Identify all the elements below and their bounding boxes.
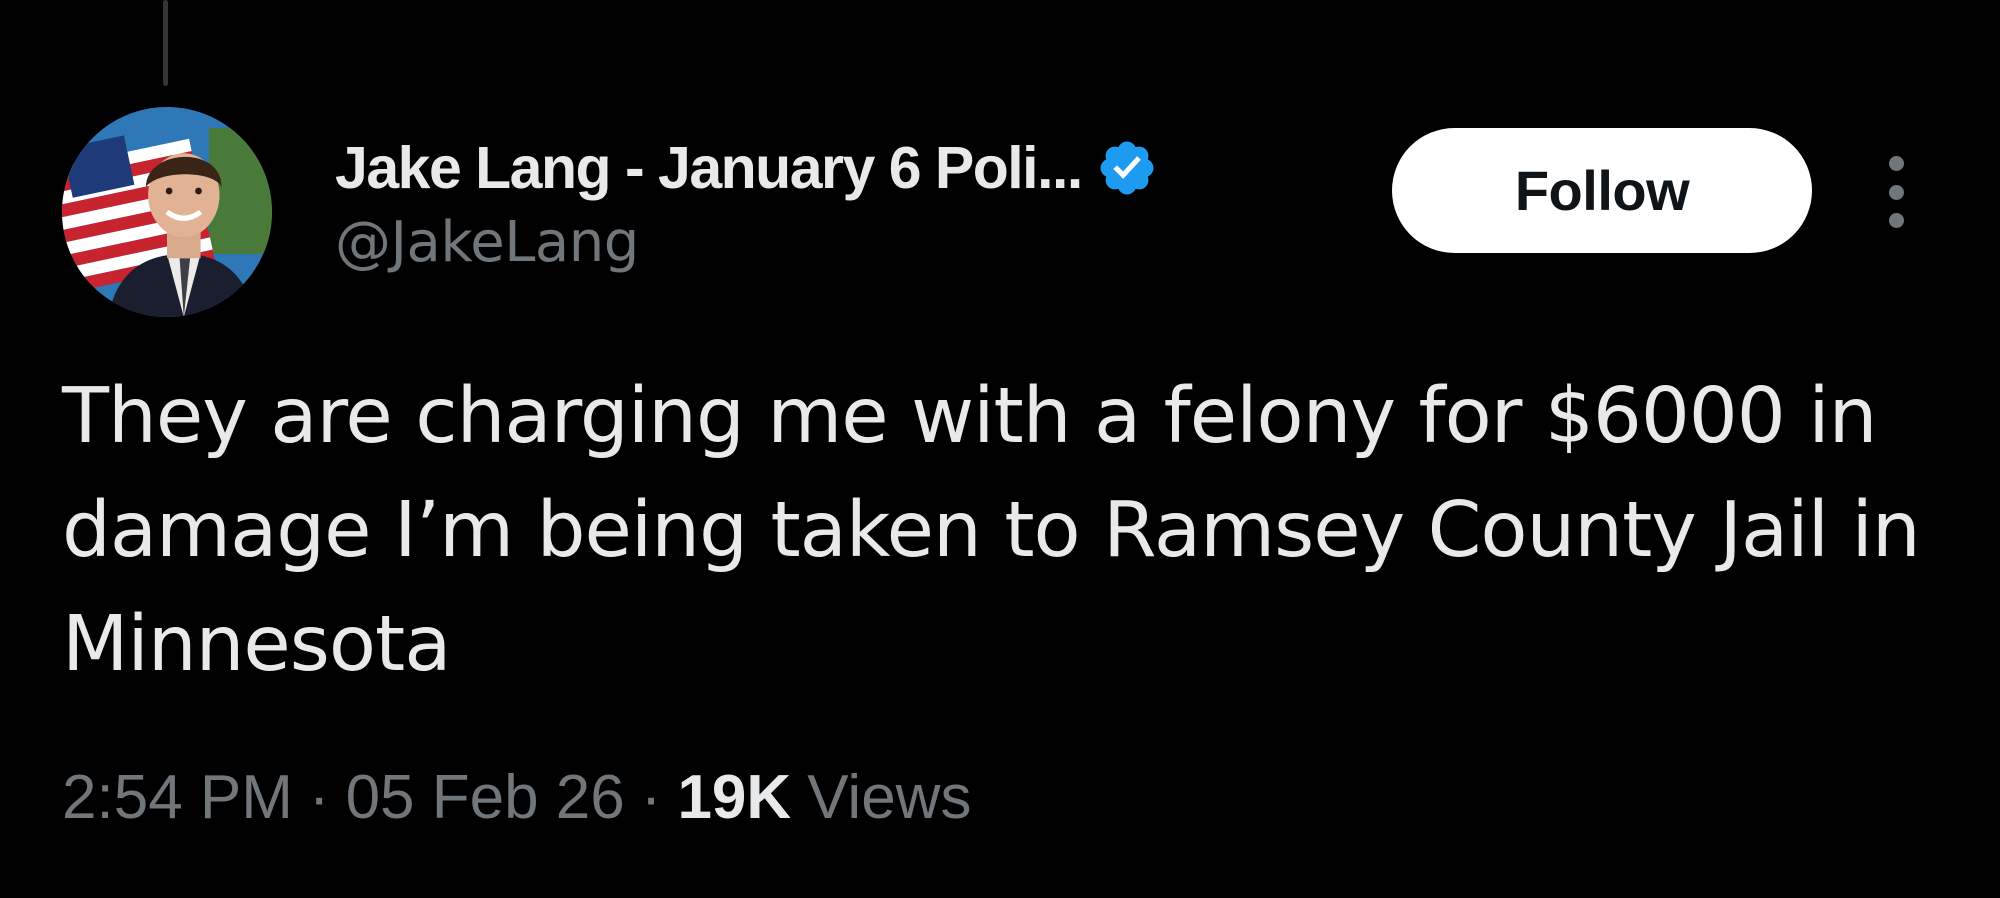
avatar[interactable] [62,107,272,317]
separator-dot: · [308,763,330,832]
tweet-time[interactable]: 2:54 PM [62,762,293,833]
tweet-date[interactable]: 05 Feb 26 [346,762,625,833]
tweet-text: They are charging me with a felony for $… [62,372,1921,689]
tweet-metadata: 2:54 PM · 05 Feb 26 · 19K Views [62,762,971,833]
author-display-name[interactable]: Jake Lang - January 6 Poli... [335,134,1083,202]
more-options-icon[interactable] [1876,156,1916,228]
author-handle[interactable]: @JakeLang [335,210,639,275]
views-label: Views [807,763,972,832]
verified-badge-icon[interactable] [1096,137,1158,199]
separator-dot: · [640,763,662,832]
views-count[interactable]: 19K [677,762,791,833]
thread-connector-line [163,0,168,86]
avatar-image [62,107,272,317]
follow-button[interactable]: Follow [1392,128,1812,253]
author-name-row: Jake Lang - January 6 Poli... [335,128,1158,208]
